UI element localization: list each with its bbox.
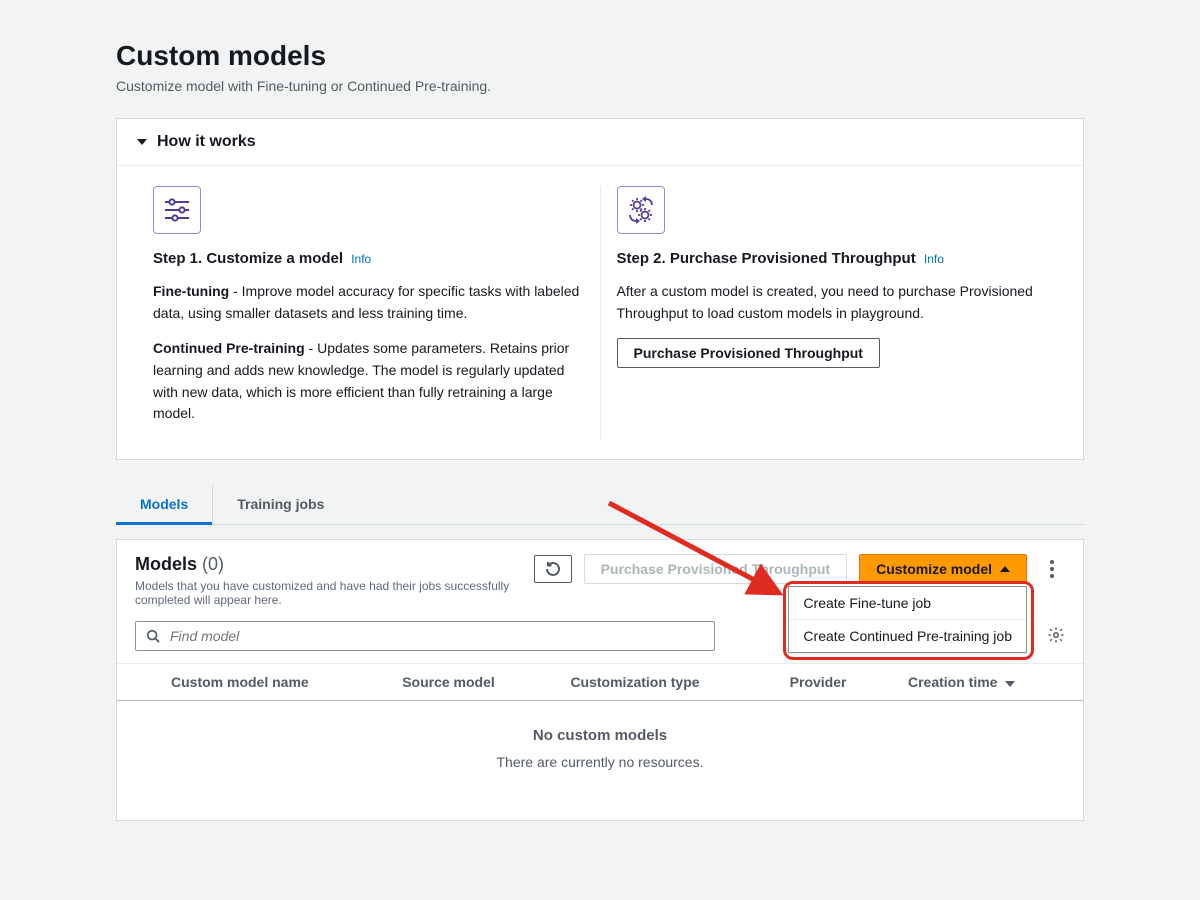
refresh-button[interactable] [534,555,572,583]
sliders-icon [153,186,201,234]
step-2-paragraph: After a custom model is created, you nee… [617,281,1048,324]
gears-cycle-icon [617,186,665,234]
models-panel-title: Models [135,554,197,574]
how-it-works-panel: How it works Step 1. Customize a model [116,118,1084,460]
customize-model-button[interactable]: Customize model [859,554,1027,584]
purchase-throughput-button-top[interactable]: Purchase Provisioned Throughput [617,338,880,368]
models-count: (0) [202,554,224,574]
models-table: Custom model name Source model Customiza… [117,663,1083,701]
gear-icon [1047,626,1065,644]
col-custom-model-name[interactable]: Custom model name [157,664,388,701]
search-input[interactable] [168,627,704,645]
purchase-throughput-button: Purchase Provisioned Throughput [584,554,847,584]
col-provider[interactable]: Provider [776,664,894,701]
tab-bar: Models Training jobs [116,484,1084,525]
page-title: Custom models [116,40,1084,72]
page-subtitle: Customize model with Fine-tuning or Cont… [116,78,1084,94]
tab-models[interactable]: Models [116,484,212,524]
caret-down-icon [137,139,147,145]
models-panel-description: Models that you have customized and have… [135,579,524,607]
empty-state: No custom models There are currently no … [117,701,1083,820]
page-header: Custom models Customize model with Fine-… [116,40,1084,94]
empty-state-title: No custom models [117,727,1083,744]
col-creation-time[interactable]: Creation time [894,664,1083,701]
how-it-works-toggle[interactable]: How it works [117,119,1083,166]
refresh-icon [545,561,561,577]
col-customization-type[interactable]: Customization type [556,664,775,701]
step-1-title: Step 1. Customize a model [153,250,343,267]
search-icon [146,629,160,643]
step-2-info-link[interactable]: Info [924,252,944,266]
how-it-works-title: How it works [157,133,256,151]
step-1-column: Step 1. Customize a model Info Fine-tuni… [137,186,600,439]
customize-model-dropdown: Create Fine-tune job Create Continued Pr… [788,586,1027,653]
caret-up-icon [1000,566,1010,572]
more-actions-button[interactable] [1039,556,1065,582]
col-source-model[interactable]: Source model [388,664,556,701]
table-settings-button[interactable] [1047,626,1065,647]
models-panel: Models (0) Models that you have customiz… [116,539,1084,821]
step-2-column: Step 2. Purchase Provisioned Throughput … [600,186,1064,439]
dropdown-item-continued-pretraining[interactable]: Create Continued Pre-training job [789,619,1026,652]
search-box[interactable] [135,621,715,651]
tab-training-jobs[interactable]: Training jobs [212,484,348,524]
step-1-paragraph-2: Continued Pre-training - Updates some pa… [153,338,584,425]
step-2-title: Step 2. Purchase Provisioned Throughput [617,250,916,267]
empty-state-subtitle: There are currently no resources. [117,754,1083,770]
dropdown-item-fine-tune[interactable]: Create Fine-tune job [789,587,1026,619]
step-1-info-link[interactable]: Info [351,252,371,266]
step-1-paragraph-1: Fine-tuning - Improve model accuracy for… [153,281,584,324]
